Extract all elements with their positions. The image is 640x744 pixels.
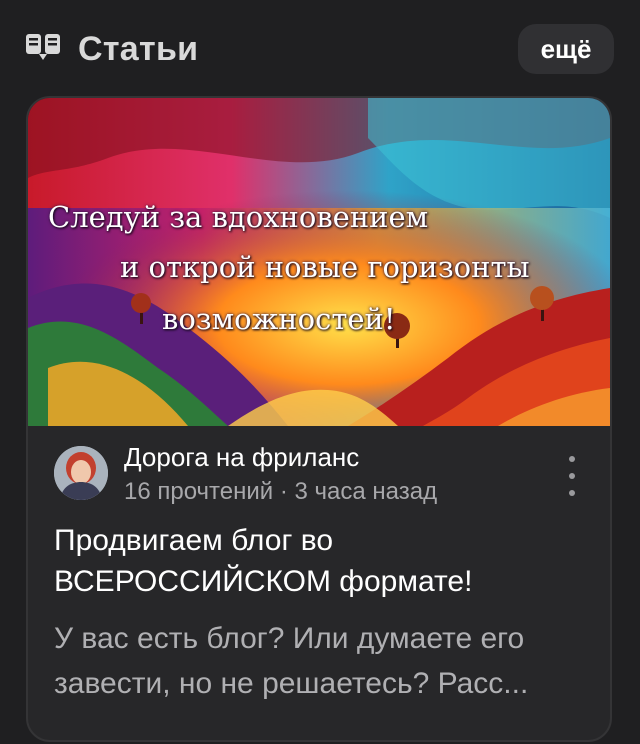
cover-line: и открой новые горизонты	[120, 250, 530, 284]
menu-dot	[569, 456, 575, 462]
article-snippet: У вас есть блог? Или думаете его завести…	[54, 622, 529, 700]
channel-avatar[interactable]	[54, 446, 108, 500]
channel-name[interactable]: Дорога на фриланс	[124, 442, 359, 473]
menu-dot	[569, 490, 575, 496]
article-card[interactable]: Следуй за вдохновением и открой новые го…	[26, 96, 612, 742]
articles-icon	[26, 34, 60, 60]
cover-line: возможностей!	[162, 302, 396, 336]
avatar-image	[54, 446, 108, 500]
kebab-menu-icon[interactable]	[562, 456, 582, 496]
article-meta: Дорога на фриланс 16 прочтений · 3 часа …	[28, 426, 610, 506]
cover-caption: Следуй за вдохновением и открой новые го…	[28, 98, 610, 426]
article-stats: 16 прочтений · 3 часа назад	[124, 478, 438, 505]
article-cover-image[interactable]: Следуй за вдохновением и открой новые го…	[28, 98, 610, 426]
article-title[interactable]: Продвигаем блог во ВСЕРОССИЙСКОМ формате…	[54, 520, 594, 602]
menu-dot	[569, 473, 575, 479]
section-header: Статьи ещё	[26, 24, 614, 74]
more-button[interactable]: ещё	[518, 24, 614, 74]
cover-line: Следуй за вдохновением	[48, 200, 429, 234]
section-title: Статьи	[78, 30, 199, 68]
